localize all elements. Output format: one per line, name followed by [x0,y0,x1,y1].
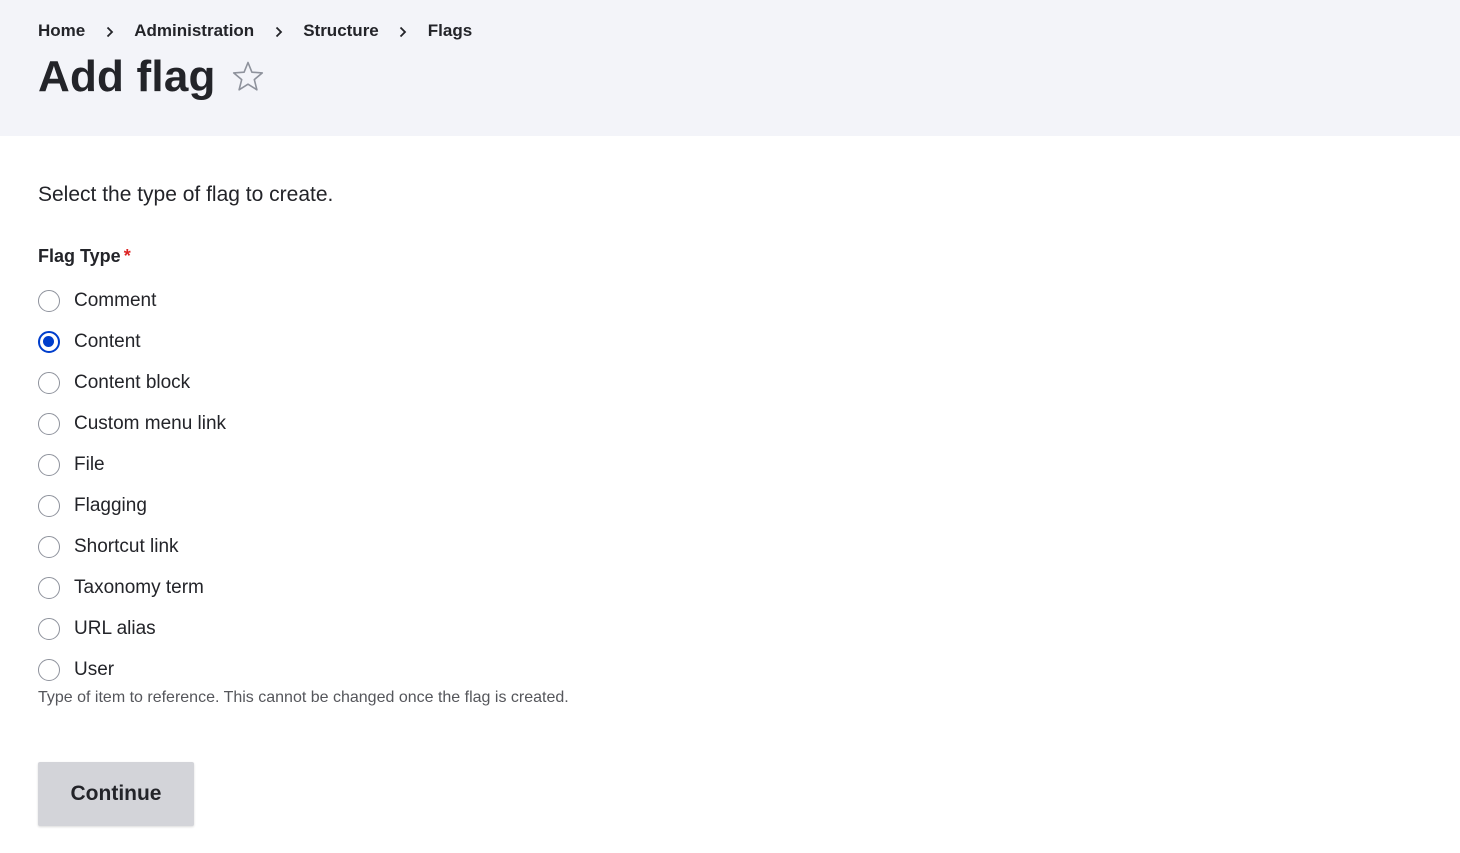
radio-button[interactable] [38,535,60,558]
radio-label: Content block [74,371,191,393]
radio-label: Custom menu link [74,412,227,434]
breadcrumb-flags[interactable]: Flags [428,21,472,41]
breadcrumb-home[interactable]: Home [38,21,85,41]
radio-button[interactable] [38,412,60,435]
radio-label: Taxonomy term [74,576,204,598]
radio-option-content[interactable]: Content [38,321,226,362]
page-header: Home Administration Structure Flags Add … [0,0,1460,136]
radio-option-comment[interactable]: Comment [38,280,226,321]
radio-option-user[interactable]: User [38,649,226,690]
radio-label: URL alias [74,617,156,639]
radio-button[interactable] [38,371,60,394]
flag-type-label-text: Flag Type [38,246,121,266]
radio-button[interactable] [38,453,60,476]
form-intro-text: Select the type of flag to create. [38,183,334,206]
chevron-right-icon [254,21,303,41]
radio-option-file[interactable]: File [38,444,226,485]
radio-label: Content [74,330,141,352]
radio-label: File [74,453,105,475]
breadcrumb-administration[interactable]: Administration [134,21,254,41]
radio-option-custom-menu-link[interactable]: Custom menu link [38,403,226,444]
star-outline-icon[interactable] [230,59,266,95]
breadcrumb: Home Administration Structure Flags [38,20,472,42]
page-title: Add flag [38,52,216,101]
radio-option-shortcut-link[interactable]: Shortcut link [38,526,226,567]
radio-label: User [74,658,115,680]
radio-label: Shortcut link [74,535,179,557]
radio-button[interactable] [38,658,60,681]
radio-button[interactable] [38,576,60,599]
radio-button[interactable] [38,617,60,640]
radio-button-selected[interactable] [38,330,60,353]
radio-label: Comment [74,289,157,311]
field-description: Type of item to reference. This cannot b… [38,689,569,706]
radio-option-content-block[interactable]: Content block [38,362,226,403]
radio-option-taxonomy-term[interactable]: Taxonomy term [38,567,226,608]
flag-type-label: Flag Type * [38,246,131,267]
breadcrumb-structure[interactable]: Structure [303,21,379,41]
radio-label: Flagging [74,494,147,516]
flag-type-radio-group: Comment Content Content block Custom men… [38,280,226,690]
chevron-right-icon [85,21,134,41]
radio-option-flagging[interactable]: Flagging [38,485,226,526]
required-marker: * [123,246,131,266]
radio-button[interactable] [38,494,60,517]
radio-button[interactable] [38,289,60,312]
chevron-right-icon [379,21,428,41]
continue-button[interactable]: Continue [38,762,194,826]
radio-option-url-alias[interactable]: URL alias [38,608,226,649]
